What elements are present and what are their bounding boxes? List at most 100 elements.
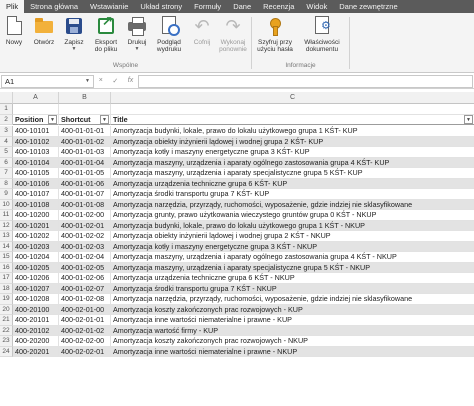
row-header[interactable]: 14 [0, 241, 13, 252]
print-dropdown-arrow-icon[interactable]: ▼ [135, 46, 140, 53]
row-header[interactable]: 10 [0, 199, 13, 210]
row-header[interactable]: 15 [0, 252, 13, 263]
position-cell[interactable]: 400-10104 [13, 157, 59, 168]
shortcut-cell[interactable]: 400-02-01-01 [59, 315, 111, 326]
position-cell[interactable]: 400-10201 [13, 220, 59, 231]
save-dropdown-arrow-icon[interactable]: ▼ [72, 46, 77, 53]
formula-input[interactable] [138, 74, 473, 88]
shortcut-cell[interactable]: 400-01-01-08 [59, 199, 111, 210]
title-cell[interactable]: Amortyzacja obiekty inżynierii lądowej i… [111, 136, 474, 147]
shortcut-cell[interactable]: 400-01-02-02 [59, 231, 111, 242]
title-cell[interactable]: Amortyzacja wartość firmy - KUP [111, 325, 474, 336]
menu-tab[interactable]: Układ strony [134, 0, 188, 13]
title-cell[interactable]: Amortyzacja maszyny, urządzenia i aparat… [111, 262, 474, 273]
shortcut-cell[interactable]: 400-02-01-02 [59, 325, 111, 336]
menu-tab[interactable]: Widok [300, 0, 333, 13]
undo-button[interactable]: ↶ Cofnij [190, 16, 214, 46]
row-header[interactable]: 23 [0, 336, 13, 347]
shortcut-cell[interactable]: 400-01-01-05 [59, 168, 111, 179]
row-header[interactable]: 9 [0, 189, 13, 200]
shortcut-cell[interactable]: 400-01-01-03 [59, 147, 111, 158]
export-to-file-button[interactable]: Eksport do pliku [91, 16, 121, 53]
position-cell[interactable]: 400-10202 [13, 231, 59, 242]
row-header[interactable]: 2 [0, 114, 13, 125]
encrypt-with-password-button[interactable]: Szyfruj przy użyciu hasła [255, 16, 295, 53]
filter-dropdown-icon[interactable]: ▼ [48, 115, 57, 124]
position-cell[interactable]: 400-10200 [13, 210, 59, 221]
row-header[interactable]: 17 [0, 273, 13, 284]
cancel-edit-icon[interactable]: × [99, 77, 103, 85]
shortcut-cell[interactable]: 400-01-01-02 [59, 136, 111, 147]
position-cell[interactable]: 400-10102 [13, 136, 59, 147]
row-header[interactable]: 12 [0, 220, 13, 231]
position-cell[interactable]: 400-10205 [13, 262, 59, 273]
position-cell[interactable]: 400-10106 [13, 178, 59, 189]
row-header[interactable]: 1 [0, 104, 13, 115]
save-button[interactable]: Zapisz ▼ [62, 16, 86, 53]
shortcut-cell[interactable]: 400-01-01-01 [59, 126, 111, 137]
row-header[interactable]: 7 [0, 168, 13, 179]
row-header[interactable]: 4 [0, 136, 13, 147]
shortcut-cell[interactable]: 400-01-01-04 [59, 157, 111, 168]
row-header[interactable]: 13 [0, 231, 13, 242]
shortcut-cell[interactable]: 400-01-02-04 [59, 252, 111, 263]
header-shortcut[interactable]: Shortcut ▼ [59, 114, 111, 125]
menu-tab[interactable]: Strona główna [24, 0, 84, 13]
title-cell[interactable]: Amortyzacja koszty zakończonych prac roz… [111, 304, 474, 315]
confirm-edit-icon[interactable]: ✓ [112, 77, 118, 85]
position-cell[interactable]: 400-10206 [13, 273, 59, 284]
insert-function-icon[interactable]: fx [128, 77, 133, 85]
menu-tab[interactable]: Wstawianie [84, 0, 134, 13]
title-cell[interactable]: Amortyzacja narzędzia, przyrządy, ruchom… [111, 294, 474, 305]
row-header[interactable]: 18 [0, 283, 13, 294]
row-header[interactable]: 16 [0, 262, 13, 273]
position-cell[interactable]: 400-20100 [13, 304, 59, 315]
select-all-corner[interactable] [0, 92, 13, 104]
position-cell[interactable]: 400-10208 [13, 294, 59, 305]
row-header[interactable]: 19 [0, 294, 13, 305]
name-box-dropdown-icon[interactable]: ▼ [85, 78, 90, 84]
column-header-b[interactable]: B [59, 92, 111, 104]
name-box[interactable]: A1 ▼ [1, 74, 94, 88]
title-cell[interactable]: Amortyzacja maszyny, urządzenia i aparat… [111, 157, 474, 168]
position-cell[interactable]: 400-10108 [13, 199, 59, 210]
header-title[interactable]: Title ▼ [111, 114, 474, 125]
filter-dropdown-icon[interactable]: ▼ [100, 115, 109, 124]
row-header[interactable]: 22 [0, 325, 13, 336]
title-cell[interactable]: Amortyzacja środki transportu grupa 7 KŚ… [111, 283, 474, 294]
title-cell[interactable]: Amortyzacja inne wartości niematerialne … [111, 346, 474, 357]
position-cell[interactable]: 400-20201 [13, 346, 59, 357]
position-cell[interactable]: 400-10101 [13, 126, 59, 137]
row-header[interactable]: 11 [0, 210, 13, 221]
title-cell[interactable]: Amortyzacja budynki, lokale, prawo do lo… [111, 220, 474, 231]
row-header[interactable]: 21 [0, 315, 13, 326]
shortcut-cell[interactable]: 400-01-02-00 [59, 210, 111, 221]
title-cell[interactable]: Amortyzacja kotły i maszyny energetyczne… [111, 147, 474, 158]
spreadsheet-grid[interactable]: A B C 1 2 Position ▼ Shortcut ▼ Title ▼ 3 400-101… [0, 92, 474, 406]
position-cell[interactable]: 400-20200 [13, 336, 59, 347]
shortcut-cell[interactable]: 400-01-02-03 [59, 241, 111, 252]
row-header[interactable]: 5 [0, 147, 13, 158]
row-header[interactable]: 6 [0, 157, 13, 168]
title-cell[interactable]: Amortyzacja koszty zakończonych prac roz… [111, 336, 474, 347]
position-cell[interactable]: 400-10105 [13, 168, 59, 179]
title-cell[interactable]: Amortyzacja maszyny, urządzenia i aparat… [111, 168, 474, 179]
row-header[interactable]: 8 [0, 178, 13, 189]
document-properties-button[interactable]: Właściwości dokumentu [300, 16, 344, 53]
position-cell[interactable]: 400-10107 [13, 189, 59, 200]
row-header[interactable]: 20 [0, 304, 13, 315]
shortcut-cell[interactable]: 400-01-01-07 [59, 189, 111, 200]
title-cell[interactable]: Amortyzacja budynki, lokale, prawo do lo… [111, 126, 474, 137]
menu-tab[interactable]: Plik [0, 0, 25, 13]
cell[interactable] [111, 104, 474, 115]
menu-tab[interactable]: Dane [227, 0, 257, 13]
print-preview-button[interactable]: Podgląd wydruku [153, 16, 185, 53]
shortcut-cell[interactable]: 400-01-02-05 [59, 262, 111, 273]
shortcut-cell[interactable]: 400-01-02-08 [59, 294, 111, 305]
title-cell[interactable]: Amortyzacja środki transportu grupa 7 KŚ… [111, 189, 474, 200]
shortcut-cell[interactable]: 400-02-01-00 [59, 304, 111, 315]
menu-tab[interactable]: Dane zewnętrzne [333, 0, 403, 13]
cell[interactable] [13, 104, 59, 115]
title-cell[interactable]: Amortyzacja narzędzia, przyrządy, ruchom… [111, 199, 474, 210]
position-cell[interactable]: 400-20101 [13, 315, 59, 326]
